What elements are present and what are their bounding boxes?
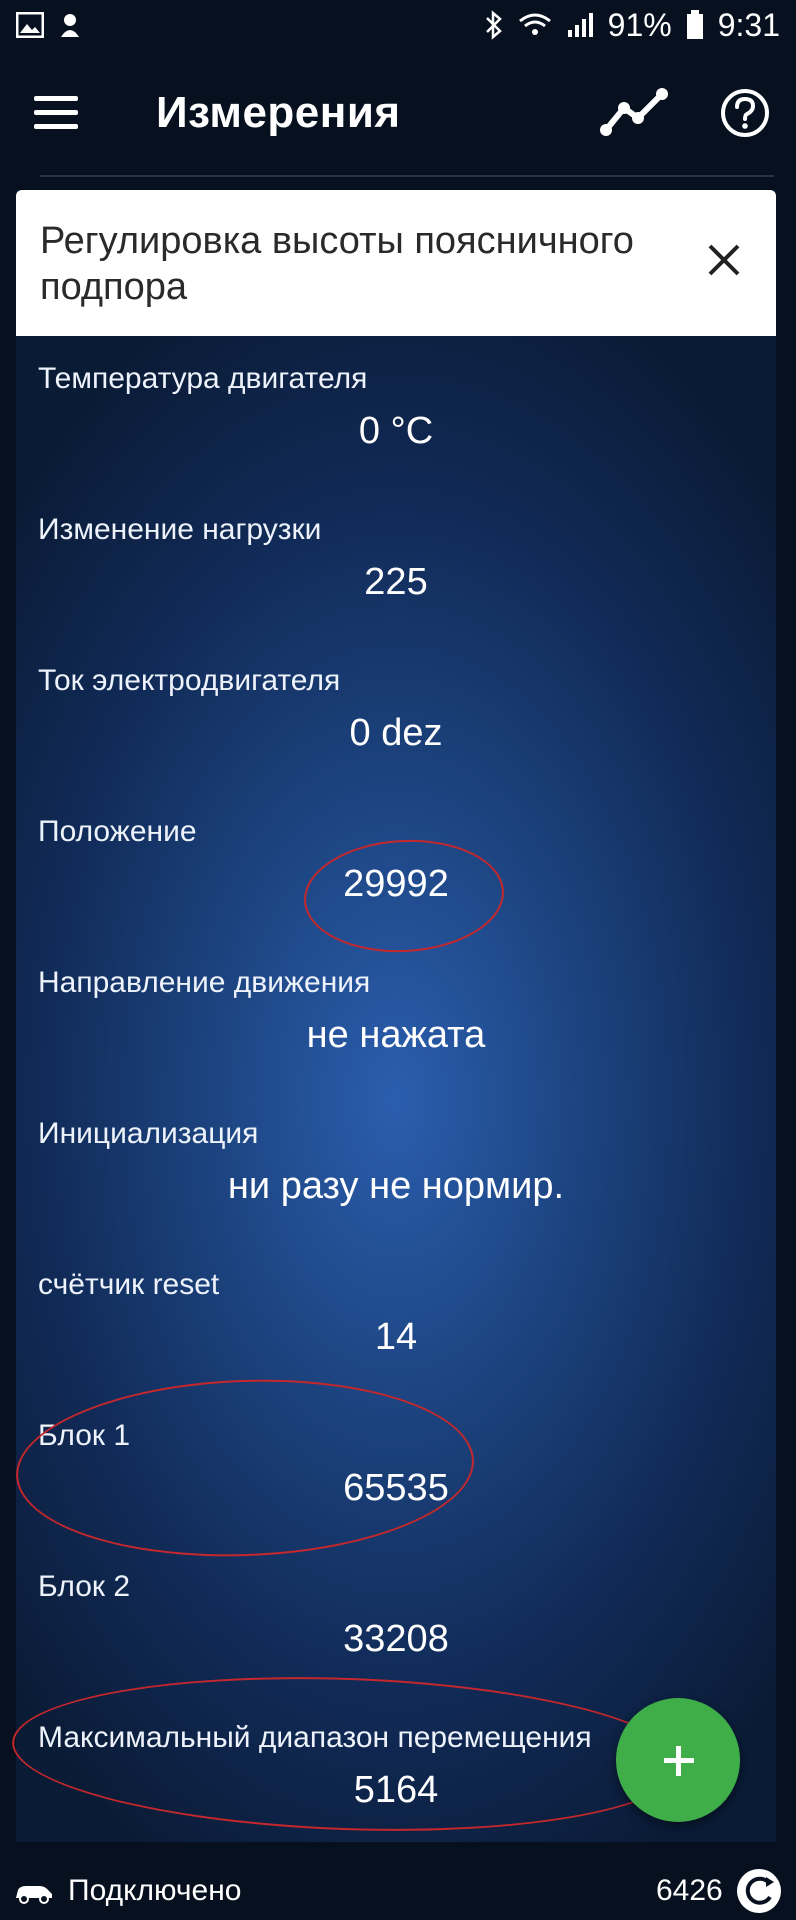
clock: 9:31	[717, 6, 780, 43]
measurement-value: ни разу не нормир.	[227, 1165, 565, 1207]
app-bar: Измерения	[0, 58, 796, 174]
measurement-label: Максимальный диапазон перемещения	[38, 1721, 592, 1754]
refresh-icon[interactable]	[736, 1868, 782, 1914]
measurement-value: не нажата	[306, 1014, 486, 1056]
menu-button[interactable]	[34, 96, 78, 132]
measurement-value: 14	[374, 1316, 418, 1358]
chart-icon[interactable]	[600, 86, 672, 138]
close-icon[interactable]	[704, 240, 744, 280]
measurement-value: 0 dez	[349, 712, 443, 754]
measurement-item: Положение 29992	[16, 815, 776, 965]
measurement-label: Изменение нагрузки	[38, 513, 322, 546]
measurement-item: Ток электродвигателя 0 dez	[16, 664, 776, 814]
wifi-icon	[518, 13, 551, 35]
notification-icon	[61, 14, 79, 37]
measurement-label: счётчик reset	[38, 1268, 220, 1301]
measurement-label: Инициализация	[38, 1117, 259, 1150]
page-title: Измерения	[156, 88, 401, 137]
measurement-item: Температура двигателя 0 °C	[16, 362, 776, 512]
measurement-item: Изменение нагрузки 225	[16, 513, 776, 663]
measurement-value: 33208	[343, 1618, 449, 1660]
measurement-label: Температура двигателя	[38, 362, 368, 395]
footer-count: 6426	[656, 1874, 723, 1907]
car-icon	[16, 1886, 52, 1904]
info-banner: Регулировка высоты поясничного подпора	[16, 190, 776, 336]
measurement-item: счётчик reset 14	[16, 1268, 776, 1418]
measurement-item: Блок 1 65535	[16, 1419, 776, 1569]
measurement-label: Блок 1	[38, 1419, 131, 1452]
battery-percent: 91%	[607, 6, 672, 43]
signal-icon	[567, 13, 593, 37]
add-button[interactable]	[616, 1698, 740, 1822]
measurement-value: 225	[364, 561, 428, 603]
measurement-item: Направление движения не нажата	[16, 966, 776, 1116]
bluetooth-icon	[485, 10, 502, 40]
measurement-value: 29992	[343, 863, 449, 905]
measurement-label: Ток электродвигателя	[38, 664, 341, 697]
app-bar-divider	[40, 175, 774, 177]
banner-text: Регулировка высоты поясничного подпора	[40, 220, 634, 308]
measurement-value: 65535	[343, 1467, 449, 1509]
measurement-label: Блок 2	[38, 1570, 131, 1603]
gallery-icon	[16, 12, 44, 38]
status-bar: 91% 9:31	[0, 0, 796, 50]
measurements-panel[interactable]: Регулировка высоты поясничного подпора Т…	[16, 190, 776, 1842]
measurement-item: Блок 2 33208	[16, 1570, 776, 1720]
footer-bar: Подключено 6426	[0, 1860, 796, 1920]
measurement-item: Инициализация ни разу не нормир.	[16, 1117, 776, 1267]
connection-status: Подключено	[68, 1874, 242, 1907]
measurement-label: Направление движения	[38, 966, 371, 999]
measurement-value: 0 °C	[358, 410, 434, 452]
measurement-label: Положение	[38, 815, 197, 848]
battery-icon	[686, 10, 703, 39]
help-icon[interactable]	[720, 88, 770, 138]
